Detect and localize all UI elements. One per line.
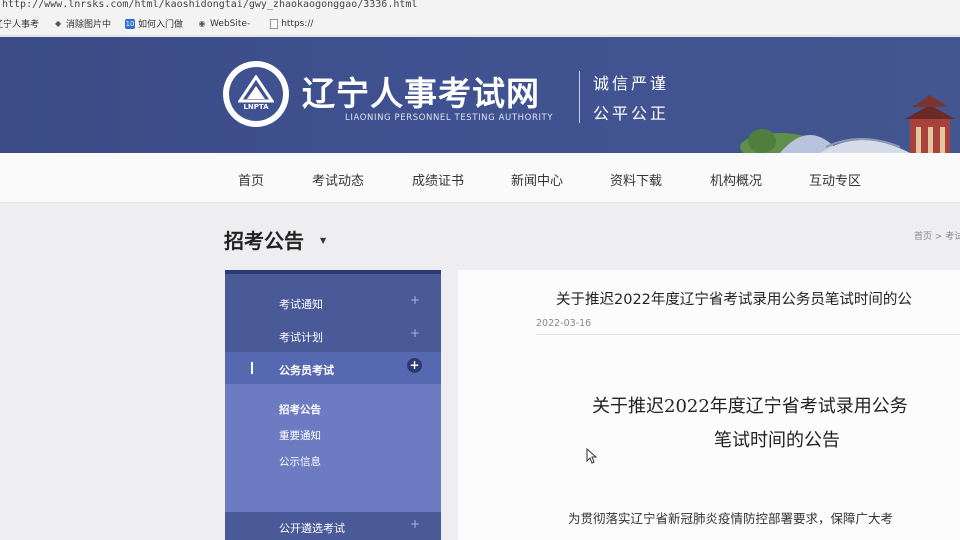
sidebar-subnav: 招考公告 重要通知 公示信息 [225, 384, 441, 512]
bookmark-item[interactable]: 10 如何入门做 [125, 17, 183, 30]
eye-icon: ◆ [54, 18, 62, 28]
motto: 诚信严谨 公平公正 [593, 69, 669, 129]
bookmark-label: https:// [281, 18, 314, 29]
motto-line: 公平公正 [593, 104, 670, 123]
divider [536, 334, 960, 335]
plus-icon[interactable]: + [407, 358, 422, 373]
nav-item-about[interactable]: 机构概况 [710, 170, 762, 189]
breadcrumb[interactable]: 首页 > 考试 [914, 229, 960, 242]
header-divider [579, 71, 580, 123]
triangle-icon [238, 75, 274, 103]
nav-item-news-center[interactable]: 新闻中心 [511, 170, 563, 189]
subnav-item-recruitment[interactable]: 招考公告 [279, 402, 321, 417]
nav-item-scores-certificates[interactable]: 成绩证书 [412, 170, 464, 189]
bookmark-item[interactable]: https:// [270, 18, 314, 29]
nav-item-exam-news[interactable]: 考试动态 [312, 170, 364, 189]
article-body: 为贯彻落实辽宁省新冠肺炎疫情防控部署要求，保障广大考 [568, 511, 894, 526]
plus-icon[interactable]: + [410, 326, 420, 340]
nav-item-interaction[interactable]: 互动专区 [809, 170, 861, 189]
article-heading-line: 笔试时间的公告 [714, 430, 840, 451]
eye-icon: ◉ [198, 18, 206, 28]
article-heading-line: 关于推迟2022年度辽宁省考试录用公务 [592, 396, 908, 417]
active-indicator [251, 362, 253, 374]
bookmark-label: 辽宁人事考 [0, 20, 40, 30]
subnav-item-notices[interactable]: 重要通知 [279, 428, 321, 443]
sidebar-item-exam-plan[interactable]: 考试计划 + [225, 319, 441, 352]
motto-line: 诚信严谨 [593, 74, 670, 93]
logo-abbr: LNPTA [243, 103, 269, 111]
bookmark-label: 如何入门做 [138, 20, 184, 30]
bookmark-item[interactable]: ◉ WebSite- [197, 18, 251, 29]
site-logo[interactable]: LNPTA [223, 61, 289, 127]
article-title: 关于推迟2022年度辽宁省考试录用公务员笔试时间的公 [556, 292, 912, 308]
page-icon [270, 18, 279, 29]
subnav-item-publicity[interactable]: 公示信息 [279, 454, 321, 469]
bookmark-label: WebSite- [210, 18, 251, 29]
caret-down-icon[interactable]: ▼ [320, 236, 326, 245]
content-area: 招考公告 ▼ 首页 > 考试 考试通知 + 考试计划 + 公务员考试 + 招考公… [0, 203, 960, 540]
nav-item-downloads[interactable]: 资料下载 [610, 170, 662, 189]
bookmark-item[interactable]: 辽宁人事考 [0, 17, 39, 30]
sidebar: 考试通知 + 考试计划 + 公务员考试 + 招考公告 重要通知 公示信息 公开遴… [225, 270, 441, 540]
sidebar-item-civil-service[interactable]: 公务员考试 + [225, 352, 441, 385]
mouse-cursor-icon [586, 448, 598, 464]
address-bar[interactable]: http://www.lnrsks.com/html/kaoshidongtai… [0, 0, 960, 12]
site-subtitle: LIAONING PERSONNEL TESTING AUTHORITY [345, 113, 554, 123]
bookmark-item[interactable]: ◆ 消除图片中 [53, 17, 112, 31]
bookmarks-bar: 辽宁人事考 ◆ 消除图片中 10 如何入门做 ◉ WebSite- https:… [0, 12, 960, 36]
sidebar-item-exam-notices[interactable]: 考试通知 + [225, 286, 441, 319]
main-nav: 首页 考试动态 成绩证书 新闻中心 资料下载 机构概况 互动专区 [0, 153, 960, 203]
site-header: LNPTA 辽宁人事考试网 LIAONING PERSONNEL TESTING… [0, 37, 960, 153]
article-heading: 关于推迟2022年度辽宁省考试录用公务 笔试时间的公告 [592, 390, 908, 458]
article-date: 2022-03-16 [536, 318, 592, 329]
logo-emblem: LNPTA [229, 67, 283, 121]
city-skyline-illustration [740, 95, 955, 153]
site-title: 辽宁人事考试网 [302, 74, 540, 113]
sidebar-item-label: 考试计划 [279, 331, 323, 344]
article-panel: 关于推迟2022年度辽宁省考试录用公务员笔试时间的公 2022-03-16 关于… [458, 270, 960, 540]
sidebar-item-selection-exam[interactable]: 公开遴选考试 + [229, 512, 441, 540]
sidebar-item-label: 公开遴选考试 [279, 522, 345, 535]
sidebar-item-label: 考试通知 [279, 298, 323, 311]
section-title: 招考公告 [224, 229, 304, 253]
tencent-icon: 10 [125, 18, 136, 29]
bookmark-label: 消除图片中 [66, 20, 112, 30]
plus-icon[interactable]: + [410, 293, 420, 307]
plus-icon[interactable]: + [410, 517, 420, 531]
sidebar-top-border [225, 270, 441, 274]
nav-item-home[interactable]: 首页 [238, 170, 264, 189]
sidebar-item-label: 公务员考试 [279, 364, 334, 377]
